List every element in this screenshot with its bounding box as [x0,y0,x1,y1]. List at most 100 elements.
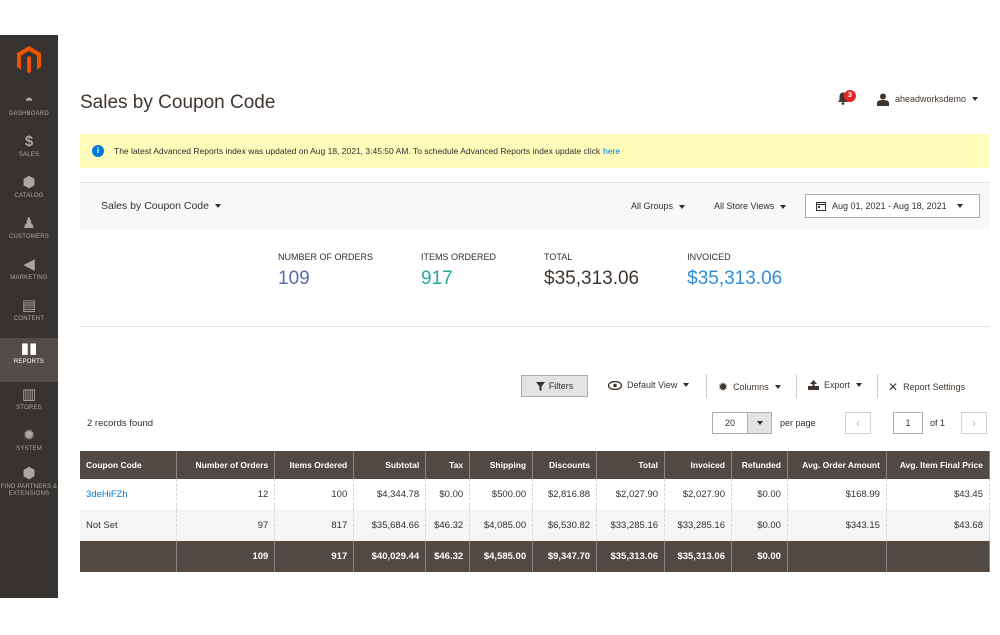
notice-text: The latest Advanced Reports index was up… [114,146,601,156]
export-dropdown[interactable]: Export [808,380,863,390]
info-icon: i [92,145,104,157]
records-found: 2 records found [87,418,154,429]
person-icon: ♟ [22,215,36,232]
partners-icon: ⬢ [22,465,36,482]
filters-button[interactable]: Filters [521,375,588,397]
table-cell: $0.00 [731,510,788,541]
chevron-down-icon [774,385,781,389]
user-menu[interactable]: aheadworksdemo [895,94,966,104]
total-orders: NUMBER OF ORDERS 109 [278,252,374,289]
table-row: Not Set 97 817 $35,684.66 $46.32 $4,085.… [80,510,991,541]
filter-icon [535,381,545,391]
page-number-input[interactable]: 1 [893,412,923,434]
column-header[interactable]: Subtotal [353,451,427,479]
table-header-row: Coupon Code Number of Orders Items Order… [80,451,991,479]
column-header[interactable]: Number of Orders [176,451,276,479]
per-page-selector: 20 per page [712,412,816,434]
next-page-button[interactable]: › [961,412,987,434]
date-range-picker[interactable]: Aug 01, 2021 - Aug 18, 2021 [805,194,980,218]
notifications-button[interactable]: 3 [837,90,856,106]
column-header[interactable]: Coupon Code [80,451,178,479]
table-cell: $35,313.06 [664,541,732,572]
sidebar-item-customers[interactable]: ♟ CUSTOMERS [0,215,58,255]
table-cell: $2,027.90 [596,479,666,510]
store-views-dropdown[interactable]: All Store Views [714,201,787,211]
gear-icon: ✹ [22,427,36,444]
default-view-dropdown[interactable]: Default View [608,380,690,390]
sidebar-item-content[interactable]: ▤ CONTENT [0,297,58,337]
chevron-down-icon [683,383,690,387]
sidebar-item-stores[interactable]: ▥ STORES [0,386,58,426]
megaphone-icon: ◀ [23,256,35,273]
header-actions: 3 aheadworksdemo [837,90,978,106]
admin-sidebar: ◓ DASHBOARD $ SALES ⬢ CATALOG ♟ CUSTOMER… [0,35,58,598]
notification-count-badge: 3 [843,90,856,102]
table-row: 3deHiFZh 12 100 $4,344.78 $0.00 $500.00 … [80,479,991,510]
table-cell: $43.45 [886,479,991,510]
table-cell: $4,344.78 [353,479,427,510]
table-cell: $33,285.16 [664,510,732,541]
dashboard-icon: ◓ [24,92,34,109]
magento-logo[interactable] [15,45,43,75]
table-cell: $35,684.66 [353,510,427,541]
eye-icon [608,380,622,390]
table-cell: $0.00 [425,479,471,510]
dollar-icon: $ [24,133,34,150]
sidebar-item-marketing[interactable]: ◀ MARKETING [0,256,58,296]
sidebar-item-catalog[interactable]: ⬢ CATALOG [0,174,58,214]
customer-groups-dropdown[interactable]: All Groups [631,201,686,211]
table-cell: $46.32 [425,510,471,541]
coupon-code-link[interactable]: 3deHiFZh [86,489,128,500]
table-cell: 917 [274,541,355,572]
chevron-down-icon [756,421,763,425]
total-amount: TOTAL $35,313.06 [544,252,640,289]
page-count: of 1 [930,418,946,428]
table-cell: 97 [176,510,276,541]
sidebar-item-dashboard[interactable]: ◓ DASHBOARD [0,92,58,132]
table-cell [886,541,991,572]
columns-dropdown[interactable]: ✹ Columns [718,380,781,394]
chevron-down-icon [215,204,221,209]
table-cell: $0.00 [731,541,788,572]
column-header[interactable]: Invoiced [664,451,732,479]
column-header[interactable]: Tax [425,451,471,479]
table-cell: 817 [274,510,355,541]
table-cell: $6,530.82 [532,510,598,541]
store-icon: ▥ [21,386,37,403]
chevron-down-icon [679,204,686,209]
per-page-toggle[interactable] [748,412,772,434]
table-cell: $4,085.00 [469,510,534,541]
sidebar-item-sales[interactable]: $ SALES [0,133,58,173]
table-cell [787,541,887,572]
toolbar-separator [877,374,878,398]
previous-page-button[interactable]: ‹ [845,412,871,434]
total-invoiced: INVOICED $35,313.06 [687,252,783,289]
report-select-dropdown[interactable]: Sales by Coupon Code [101,200,221,212]
table-totals-row: 109 917 $40,029.44 $46.32 $4,585.00 $9,3… [80,541,991,572]
column-header[interactable]: Shipping [469,451,534,479]
page-title: Sales by Coupon Code [80,92,276,113]
column-header[interactable]: Total [596,451,666,479]
chevron-down-icon [956,204,963,208]
export-icon [808,380,819,390]
column-header[interactable]: Avg. Item Final Price [886,451,991,479]
table-cell: $500.00 [469,479,534,510]
table-cell: $4,585.00 [469,541,534,572]
totals-summary: NUMBER OF ORDERS 109 ITEMS ORDERED 917 T… [278,252,830,290]
index-update-notice: i The latest Advanced Reports index was … [80,134,990,168]
column-header[interactable]: Refunded [731,451,788,479]
sidebar-item-find-partners[interactable]: ⬢ FIND PARTNERS & EXTENSIONS [0,465,58,513]
table-cell: $0.00 [731,479,788,510]
table-cell: $343.15 [787,510,887,541]
column-header[interactable]: Avg. Order Amount [787,451,887,479]
sidebar-item-reports[interactable]: ▮▮ REPORTS [0,338,58,382]
column-header[interactable]: Items Ordered [274,451,355,479]
table-cell: $40,029.44 [353,541,427,572]
table-cell: $43.68 [886,510,991,541]
bar-chart-icon: ▮▮ [20,340,38,357]
column-header[interactable]: Discounts [532,451,598,479]
sidebar-item-system[interactable]: ✹ SYSTEM [0,427,58,467]
report-settings-button[interactable]: ✕ Report Settings [888,380,965,394]
per-page-value[interactable]: 20 [712,412,748,434]
notice-link[interactable]: here [603,146,620,156]
